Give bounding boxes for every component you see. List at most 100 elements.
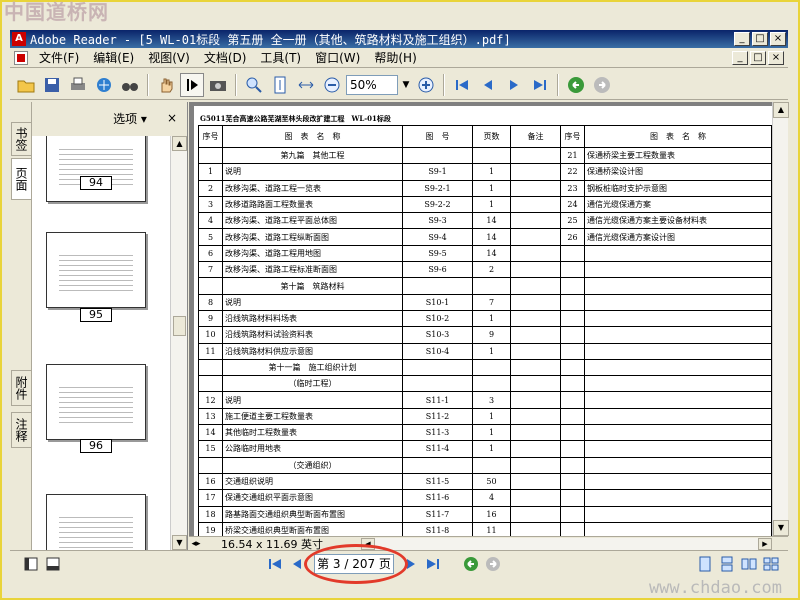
page-thumbnail[interactable] — [46, 136, 146, 202]
row-number: 11 — [198, 342, 223, 360]
email-icon[interactable] — [92, 73, 116, 97]
menu-document[interactable]: 文档(D) — [197, 49, 254, 66]
column-header: 图 表 名 称 — [222, 125, 403, 148]
toggle-navigation-panel-icon[interactable] — [20, 554, 42, 574]
previous-view-icon[interactable] — [564, 73, 588, 97]
next-page-icon[interactable] — [502, 73, 526, 97]
scroll-down-arrow-icon[interactable]: ▼ — [773, 520, 789, 536]
row-note — [510, 407, 561, 426]
row-drawing-code: S9-2-1 — [402, 179, 473, 197]
row-drawing-code: S9-2-2 — [402, 195, 473, 214]
facing-view-icon[interactable] — [738, 554, 760, 574]
tab-attachments[interactable]: 附件 — [11, 370, 31, 406]
status-next-page-icon[interactable] — [400, 554, 422, 574]
document-vertical-scrollbar[interactable]: ▲ ▼ — [772, 102, 789, 536]
row-drawing-code: S11-3 — [402, 424, 473, 442]
row-number: 5 — [198, 228, 223, 246]
table-row — [560, 391, 772, 409]
document-view[interactable]: G5011芜合高速公路芜湖至林头段改扩建工程 WL-01标段 序号 图 表 名 … — [189, 102, 772, 536]
page-thumbnail[interactable] — [46, 494, 146, 550]
row-page-count — [472, 277, 511, 295]
panel-options-menu[interactable]: 选项 ▾ — [113, 110, 147, 127]
row-number — [198, 277, 223, 295]
menu-view[interactable]: 视图(V) — [141, 49, 197, 66]
window-title: Adobe Reader - [5 WL-01标段 第五册 全一册（其他、筑路材… — [30, 32, 511, 47]
table-row — [560, 261, 772, 279]
print-icon[interactable] — [66, 73, 90, 97]
minimize-button[interactable]: _ — [734, 32, 750, 46]
page-thumbnail[interactable] — [46, 364, 146, 440]
scroll-left-arrow-icon[interactable]: ◀ — [361, 537, 375, 550]
page-thumbnail[interactable] — [46, 232, 146, 308]
last-page-icon[interactable] — [528, 73, 552, 97]
scroll-up-arrow-icon[interactable]: ▲ — [172, 136, 187, 151]
scroll-down-arrow-icon[interactable]: ▼ — [172, 535, 187, 550]
table-row: 18 路基路面交通组织典型断面布置图 S11-7 16 — [198, 505, 561, 523]
search-binoculars-icon[interactable] — [118, 73, 142, 97]
tab-comments[interactable]: 注释 — [11, 412, 31, 448]
close-button[interactable]: × — [770, 32, 786, 46]
status-next-view-icon[interactable] — [482, 554, 504, 574]
menu-tools[interactable]: 工具(T) — [253, 49, 308, 66]
menu-help[interactable]: 帮助(H) — [367, 49, 423, 66]
column-header: 图 号 — [402, 125, 473, 148]
doc-restore-button[interactable]: □ — [750, 50, 766, 65]
row-title — [583, 407, 772, 426]
row-drawing-code — [402, 277, 473, 295]
zoom-in-tool-icon[interactable] — [242, 73, 266, 97]
scroll-right-arrow-icon[interactable]: ▶ — [758, 537, 772, 550]
zoom-out-icon[interactable] — [320, 73, 344, 97]
tab-pages[interactable]: 页面 — [11, 158, 31, 200]
table-row — [560, 293, 772, 311]
table-row — [560, 244, 772, 263]
save-icon[interactable] — [40, 73, 64, 97]
first-page-icon[interactable] — [450, 73, 474, 97]
menu-edit[interactable]: 编辑(E) — [86, 49, 141, 66]
scroll-up-arrow-icon[interactable]: ▲ — [773, 102, 789, 118]
zoom-in-icon[interactable] — [414, 73, 438, 97]
table-row: 9 沿线筑路材料料场表 S10-2 1 — [198, 309, 561, 328]
row-note — [510, 342, 561, 360]
table-row: 7 改移沟渠、道路工程标准断面图 S9-6 2 — [198, 261, 561, 279]
page-number-field[interactable]: 第 3 / 207 页 — [314, 553, 394, 574]
continuous-facing-view-icon[interactable] — [760, 554, 782, 574]
open-folder-icon[interactable] — [14, 73, 38, 97]
doc-close-button[interactable]: × — [768, 50, 784, 65]
table-row: 10 沿线筑路材料试验资料表 S10-3 9 — [198, 326, 561, 344]
row-note — [510, 424, 561, 442]
previous-page-icon[interactable] — [476, 73, 500, 97]
row-drawing-code: S9-5 — [402, 244, 473, 263]
row-number — [560, 261, 585, 279]
status-previous-page-icon[interactable] — [286, 554, 308, 574]
panel-close-icon[interactable]: × — [167, 111, 177, 125]
scroll-thumb[interactable] — [173, 316, 186, 336]
menu-file[interactable]: 文件(F) — [32, 49, 86, 66]
row-number — [560, 440, 585, 458]
row-drawing-code: S9-3 — [402, 212, 473, 230]
select-text-tool-icon[interactable] — [180, 72, 204, 97]
toggle-pane-icon[interactable] — [42, 554, 64, 574]
row-title: 桥梁交通组织典型断面布置图 — [222, 521, 403, 536]
split-handle-icon[interactable]: ◂▸ — [189, 539, 203, 549]
fit-width-icon[interactable] — [294, 73, 318, 97]
next-view-icon[interactable] — [590, 73, 614, 97]
document-horizontal-scrollbar[interactable]: ◀ ▶ — [361, 537, 772, 550]
doc-minimize-button[interactable]: _ — [732, 50, 748, 65]
hand-tool-icon[interactable] — [154, 73, 178, 97]
document-icon[interactable] — [14, 50, 28, 65]
zoom-level-input[interactable]: 50% — [346, 74, 398, 95]
continuous-view-icon[interactable] — [716, 554, 738, 574]
fit-height-icon[interactable] — [268, 73, 292, 97]
thumbnail-scrollbar[interactable]: ▲ ▼ — [170, 136, 187, 550]
tab-bookmarks[interactable]: 书签 — [11, 122, 31, 156]
row-number: 4 — [198, 212, 223, 230]
status-last-page-icon[interactable] — [422, 554, 444, 574]
snapshot-tool-icon[interactable] — [206, 73, 230, 97]
maximize-button[interactable]: □ — [752, 32, 768, 46]
menu-window[interactable]: 窗口(W) — [308, 49, 367, 66]
row-title: 改移沟渠、道路工程平面总体图 — [222, 212, 403, 230]
zoom-dropdown-icon[interactable]: ▼ — [400, 75, 412, 95]
status-previous-view-icon[interactable] — [460, 554, 482, 574]
single-page-view-icon[interactable] — [694, 554, 716, 574]
status-first-page-icon[interactable] — [264, 554, 286, 574]
